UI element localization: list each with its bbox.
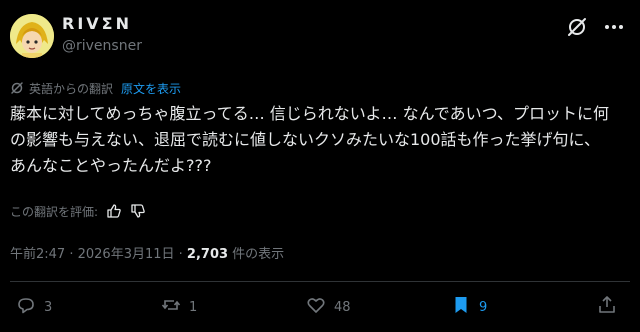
- divider: [10, 281, 630, 282]
- translate-icon: [10, 81, 24, 95]
- avatar-image: [10, 14, 54, 58]
- share-icon: [597, 295, 617, 319]
- repost-icon: [161, 295, 181, 319]
- bookmark-button[interactable]: 9: [451, 292, 487, 322]
- tweet-time[interactable]: 午前2:47: [10, 247, 65, 262]
- show-original-link[interactable]: 原文を表示: [121, 80, 181, 97]
- more-icon[interactable]: [602, 16, 626, 38]
- translation-notice: 英語からの翻訳 原文を表示: [10, 80, 181, 96]
- grok-icon[interactable]: [566, 16, 588, 38]
- display-name[interactable]: RIVΣN: [62, 14, 132, 33]
- rate-translation-label: この翻訳を評価:: [10, 204, 99, 219]
- bookmark-icon: [451, 295, 471, 319]
- meta-separator: ·: [65, 247, 78, 262]
- translation-label: 英語からの翻訳: [29, 81, 114, 96]
- reply-count: 3: [44, 299, 53, 315]
- thumbs-down-icon[interactable]: [130, 203, 146, 219]
- handle[interactable]: @rivensner: [62, 38, 142, 54]
- repost-count: 1: [189, 299, 198, 315]
- views-label: 件の表示: [228, 247, 285, 262]
- reply-button[interactable]: 3: [16, 292, 52, 322]
- repost-button[interactable]: 1: [161, 292, 197, 322]
- tweet-date[interactable]: 2026年3月11日: [78, 247, 175, 262]
- tweet-text: 藤本に対してめっちゃ腹立ってる… 信じられないよ… なんであいつ、プロットに何の…: [10, 104, 609, 175]
- share-button[interactable]: [597, 292, 617, 322]
- rate-translation: この翻訳を評価:: [10, 202, 146, 220]
- views-count: 2,703: [186, 247, 229, 262]
- like-count: 48: [334, 299, 351, 315]
- like-icon: [306, 295, 326, 319]
- action-bar: 3 1 48 9: [0, 292, 640, 322]
- meta-separator: ·: [174, 247, 187, 262]
- thumbs-up-icon[interactable]: [106, 203, 122, 219]
- tweet-meta: 午前2:47 · 2026年3月11日 · 2,703 件の表示: [10, 243, 284, 262]
- reply-icon: [16, 295, 36, 319]
- bookmark-count: 9: [479, 299, 488, 315]
- like-button[interactable]: 48: [306, 292, 351, 322]
- avatar[interactable]: [10, 14, 54, 58]
